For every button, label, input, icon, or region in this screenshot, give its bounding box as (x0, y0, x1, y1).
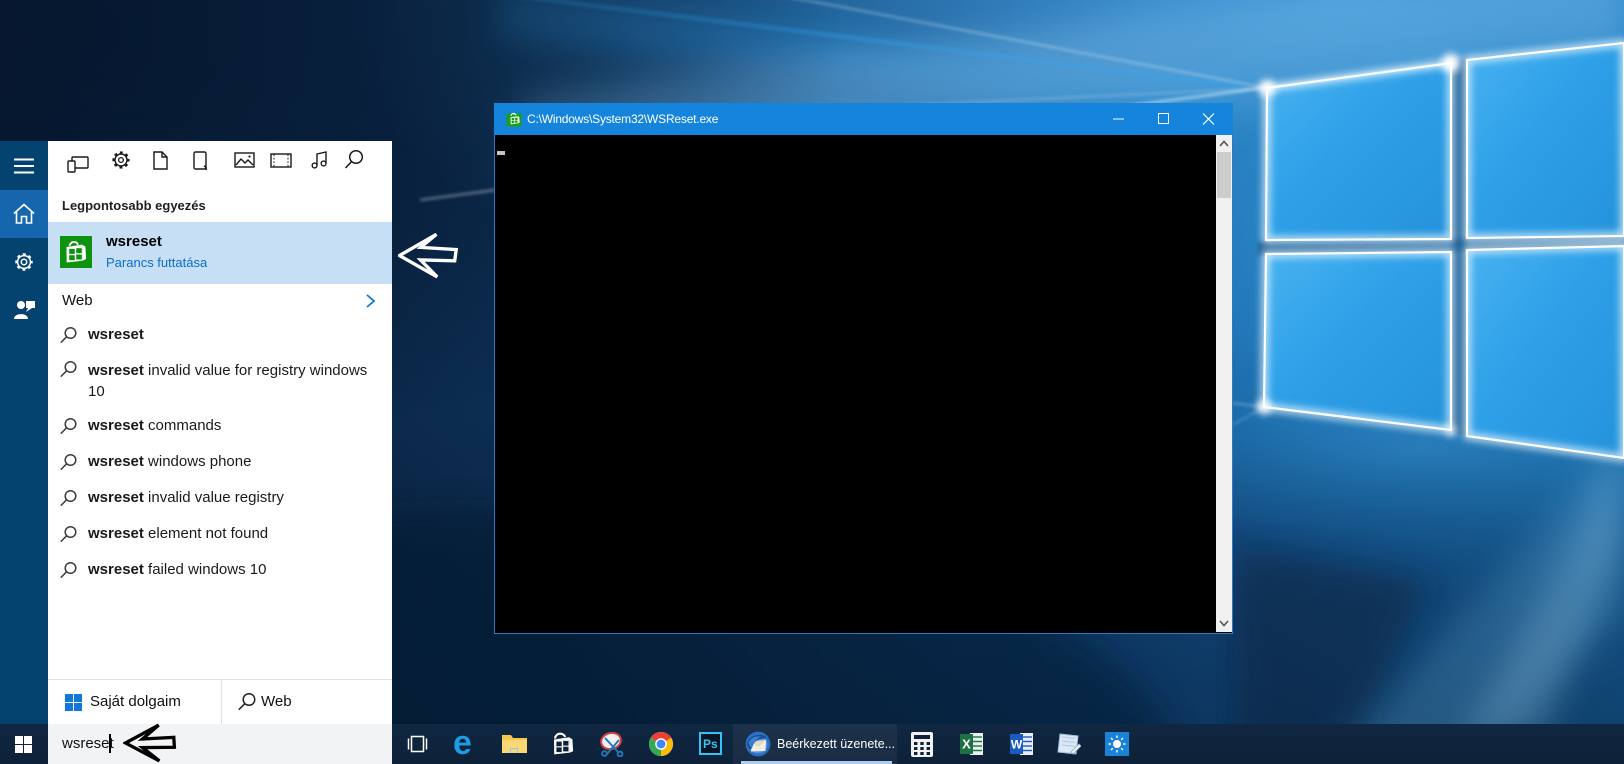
svg-text:X: X (962, 737, 971, 752)
svg-text:W: W (1011, 738, 1023, 752)
